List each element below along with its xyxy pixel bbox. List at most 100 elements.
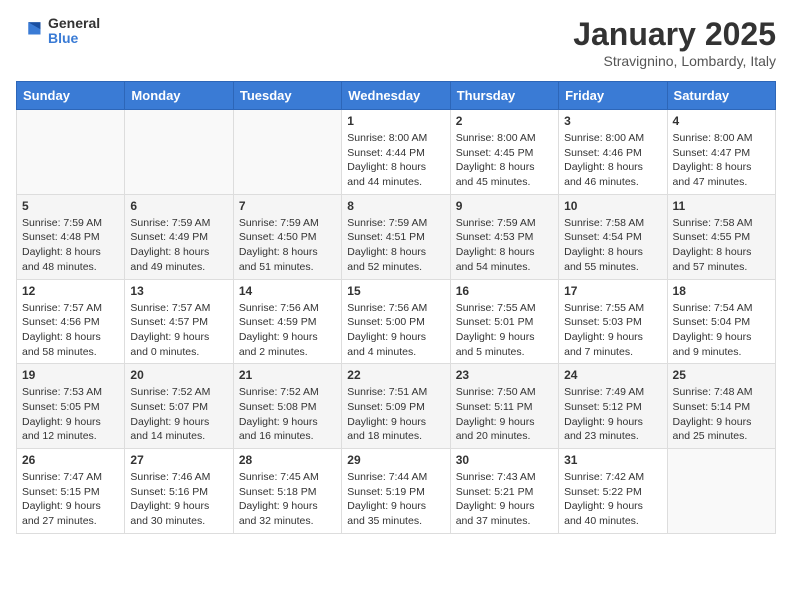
logo-blue-text: Blue: [48, 31, 100, 46]
day-number: 6: [130, 199, 227, 213]
day-number: 26: [22, 453, 119, 467]
calendar-header-wednesday: Wednesday: [342, 82, 450, 110]
calendar-cell: 31Sunrise: 7:42 AM Sunset: 5:22 PM Dayli…: [559, 449, 667, 534]
day-number: 29: [347, 453, 444, 467]
day-info: Sunrise: 7:48 AM Sunset: 5:14 PM Dayligh…: [673, 385, 770, 444]
day-info: Sunrise: 7:59 AM Sunset: 4:50 PM Dayligh…: [239, 216, 336, 275]
day-info: Sunrise: 7:58 AM Sunset: 4:55 PM Dayligh…: [673, 216, 770, 275]
day-info: Sunrise: 7:52 AM Sunset: 5:08 PM Dayligh…: [239, 385, 336, 444]
day-info: Sunrise: 8:00 AM Sunset: 4:45 PM Dayligh…: [456, 131, 553, 190]
calendar-cell: 17 Sunrise: 7:55 AM Sunset: 5:03 PM Dayli…: [559, 279, 667, 364]
day-info: Sunrise: 7:54 AM Sunset: 5:04 PM Dayligh…: [673, 301, 770, 360]
calendar-cell: 25 Sunrise: 7:48 AM Sunset: 5:14 PM Dayli…: [667, 364, 775, 449]
logo: General Blue: [16, 16, 100, 47]
calendar-cell: 27 Sunrise: 7:46 AM Sunset: 5:16 PM Dayli…: [125, 449, 233, 534]
header: General Blue January 2025 Stravignino, L…: [16, 16, 776, 69]
day-number: 4: [673, 114, 770, 128]
calendar-cell: 18 Sunrise: 7:54 AM Sunset: 5:04 PM Dayli…: [667, 279, 775, 364]
day-info: Sunrise: 7:56 AM Sunset: 5:00 PM Dayligh…: [347, 301, 444, 360]
day-info: Sunrise: 7:57 AM Sunset: 4:56 PM Dayligh…: [22, 301, 119, 360]
calendar-cell: 14Sunrise: 7:56 AM Sunset: 4:59 PM Dayli…: [233, 279, 341, 364]
day-info: Sunrise: 7:43 AM Sunset: 5:21 PM Dayligh…: [456, 470, 553, 529]
day-info: Sunrise: 7:45 AM Sunset: 5:18 PM Dayligh…: [239, 470, 336, 529]
day-number: 3: [564, 114, 661, 128]
day-number: 27: [130, 453, 227, 467]
calendar-cell: 21 Sunrise: 7:52 AM Sunset: 5:08 PM Dayli…: [233, 364, 341, 449]
day-number: 24: [564, 368, 661, 382]
calendar-cell: 16Sunrise: 7:55 AM Sunset: 5:01 PM Dayli…: [450, 279, 558, 364]
day-info: Sunrise: 8:00 AM Sunset: 4:44 PM Dayligh…: [347, 131, 444, 190]
day-number: 7: [239, 199, 336, 213]
day-number: 19: [22, 368, 119, 382]
calendar-header-friday: Friday: [559, 82, 667, 110]
day-number: 21: [239, 368, 336, 382]
day-number: 25: [673, 368, 770, 382]
day-number: 20: [130, 368, 227, 382]
calendar-cell: 26 Sunrise: 7:47 AM Sunset: 5:15 PM Dayli…: [17, 449, 125, 534]
calendar-cell: 28 Sunrise: 7:45 AM Sunset: 5:18 PM Dayli…: [233, 449, 341, 534]
day-info: Sunrise: 7:53 AM Sunset: 5:05 PM Dayligh…: [22, 385, 119, 444]
calendar-cell: 3 Sunrise: 8:00 AM Sunset: 4:46 PM Daylig…: [559, 110, 667, 195]
calendar-cell: 5 Sunrise: 7:59 AM Sunset: 4:48 PM Daylig…: [17, 194, 125, 279]
day-info: Sunrise: 7:59 AM Sunset: 4:53 PM Dayligh…: [456, 216, 553, 275]
calendar-cell: 22Sunrise: 7:51 AM Sunset: 5:09 PM Dayli…: [342, 364, 450, 449]
logo-general-text: General: [48, 16, 100, 31]
day-info: Sunrise: 7:59 AM Sunset: 4:51 PM Dayligh…: [347, 216, 444, 275]
calendar-cell: 4 Sunrise: 8:00 AM Sunset: 4:47 PM Daylig…: [667, 110, 775, 195]
calendar-week-row: 26 Sunrise: 7:47 AM Sunset: 5:15 PM Dayli…: [17, 449, 776, 534]
day-number: 13: [130, 284, 227, 298]
calendar-cell: 7 Sunrise: 7:59 AM Sunset: 4:50 PM Daylig…: [233, 194, 341, 279]
day-number: 17: [564, 284, 661, 298]
day-info: Sunrise: 7:55 AM Sunset: 5:03 PM Dayligh…: [564, 301, 661, 360]
calendar-header-sunday: Sunday: [17, 82, 125, 110]
day-info: Sunrise: 8:00 AM Sunset: 4:46 PM Dayligh…: [564, 131, 661, 190]
day-number: 2: [456, 114, 553, 128]
calendar-header-saturday: Saturday: [667, 82, 775, 110]
day-number: 5: [22, 199, 119, 213]
day-number: 9: [456, 199, 553, 213]
day-info: Sunrise: 7:57 AM Sunset: 4:57 PM Dayligh…: [130, 301, 227, 360]
day-info: Sunrise: 7:55 AM Sunset: 5:01 PM Dayligh…: [456, 301, 553, 360]
calendar-cell: 23Sunrise: 7:50 AM Sunset: 5:11 PM Dayli…: [450, 364, 558, 449]
day-number: 31: [564, 453, 661, 467]
calendar-cell: 9 Sunrise: 7:59 AM Sunset: 4:53 PM Daylig…: [450, 194, 558, 279]
day-info: Sunrise: 7:56 AM Sunset: 4:59 PM Dayligh…: [239, 301, 336, 360]
calendar-cell: [667, 449, 775, 534]
day-number: 12: [22, 284, 119, 298]
calendar-subtitle: Stravignino, Lombardy, Italy: [573, 53, 776, 69]
calendar-week-row: 5 Sunrise: 7:59 AM Sunset: 4:48 PM Daylig…: [17, 194, 776, 279]
calendar-cell: [233, 110, 341, 195]
calendar-title: January 2025: [573, 16, 776, 53]
day-info: Sunrise: 7:59 AM Sunset: 4:49 PM Dayligh…: [130, 216, 227, 275]
day-number: 11: [673, 199, 770, 213]
day-info: Sunrise: 7:46 AM Sunset: 5:16 PM Dayligh…: [130, 470, 227, 529]
day-number: 22: [347, 368, 444, 382]
logo-text: General Blue: [48, 16, 100, 47]
day-info: Sunrise: 8:00 AM Sunset: 4:47 PM Dayligh…: [673, 131, 770, 190]
calendar-cell: 24 Sunrise: 7:49 AM Sunset: 5:12 PM Dayli…: [559, 364, 667, 449]
day-number: 15: [347, 284, 444, 298]
calendar-cell: 8 Sunrise: 7:59 AM Sunset: 4:51 PM Daylig…: [342, 194, 450, 279]
day-number: 28: [239, 453, 336, 467]
calendar-cell: 11 Sunrise: 7:58 AM Sunset: 4:55 PM Dayli…: [667, 194, 775, 279]
title-area: January 2025 Stravignino, Lombardy, Ital…: [573, 16, 776, 69]
day-number: 8: [347, 199, 444, 213]
calendar-cell: 2 Sunrise: 8:00 AM Sunset: 4:45 PM Daylig…: [450, 110, 558, 195]
day-info: Sunrise: 7:52 AM Sunset: 5:07 PM Dayligh…: [130, 385, 227, 444]
calendar-cell: 15 Sunrise: 7:56 AM Sunset: 5:00 PM Dayli…: [342, 279, 450, 364]
calendar-header-thursday: Thursday: [450, 82, 558, 110]
calendar-header-monday: Monday: [125, 82, 233, 110]
day-info: Sunrise: 7:47 AM Sunset: 5:15 PM Dayligh…: [22, 470, 119, 529]
day-number: 10: [564, 199, 661, 213]
day-number: 18: [673, 284, 770, 298]
day-number: 30: [456, 453, 553, 467]
calendar-cell: 1Sunrise: 8:00 AM Sunset: 4:44 PM Daylig…: [342, 110, 450, 195]
calendar-week-row: 19 Sunrise: 7:53 AM Sunset: 5:05 PM Dayli…: [17, 364, 776, 449]
calendar-cell: 6 Sunrise: 7:59 AM Sunset: 4:49 PM Daylig…: [125, 194, 233, 279]
day-info: Sunrise: 7:49 AM Sunset: 5:12 PM Dayligh…: [564, 385, 661, 444]
calendar-header-tuesday: Tuesday: [233, 82, 341, 110]
calendar-cell: 10Sunrise: 7:58 AM Sunset: 4:54 PM Dayli…: [559, 194, 667, 279]
day-info: Sunrise: 7:59 AM Sunset: 4:48 PM Dayligh…: [22, 216, 119, 275]
calendar-cell: [17, 110, 125, 195]
day-info: Sunrise: 7:44 AM Sunset: 5:19 PM Dayligh…: [347, 470, 444, 529]
